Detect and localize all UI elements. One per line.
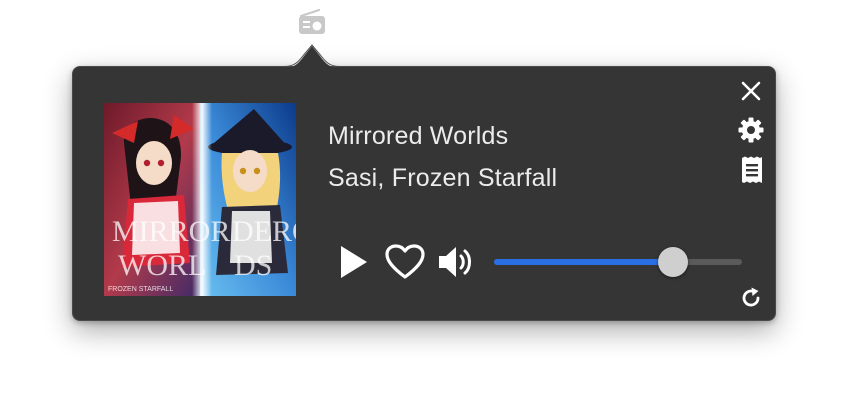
close-icon[interactable] bbox=[739, 79, 763, 103]
track-title: Mirrored Worlds bbox=[328, 122, 509, 150]
svg-text:DS: DS bbox=[234, 249, 272, 282]
svg-text:WORL: WORL bbox=[118, 249, 206, 282]
refresh-icon[interactable] bbox=[739, 286, 763, 310]
svg-text:FROZEN STARFALL: FROZEN STARFALL bbox=[108, 286, 173, 293]
volume-thumb[interactable] bbox=[657, 247, 688, 277]
svg-text:MIRROR: MIRROR bbox=[112, 215, 230, 248]
volume-fill bbox=[494, 259, 673, 265]
album-art: MIRROR DERO WORL DS FROZEN STARFALL bbox=[104, 103, 296, 296]
heart-icon[interactable] bbox=[385, 244, 425, 280]
app-stage: MIRROR DERO WORL DS FROZEN STARFALL Mirr… bbox=[0, 0, 848, 402]
popover-arrow bbox=[270, 44, 354, 68]
radio-icon[interactable] bbox=[297, 7, 327, 35]
svg-text:DERO: DERO bbox=[232, 215, 296, 248]
receipt-icon[interactable] bbox=[740, 156, 764, 184]
play-icon[interactable] bbox=[338, 244, 370, 280]
volume-slider[interactable] bbox=[494, 246, 742, 278]
track-artist: Sasi, Frozen Starfall bbox=[328, 164, 558, 192]
speaker-icon[interactable] bbox=[437, 244, 477, 280]
gear-icon[interactable] bbox=[737, 116, 765, 144]
